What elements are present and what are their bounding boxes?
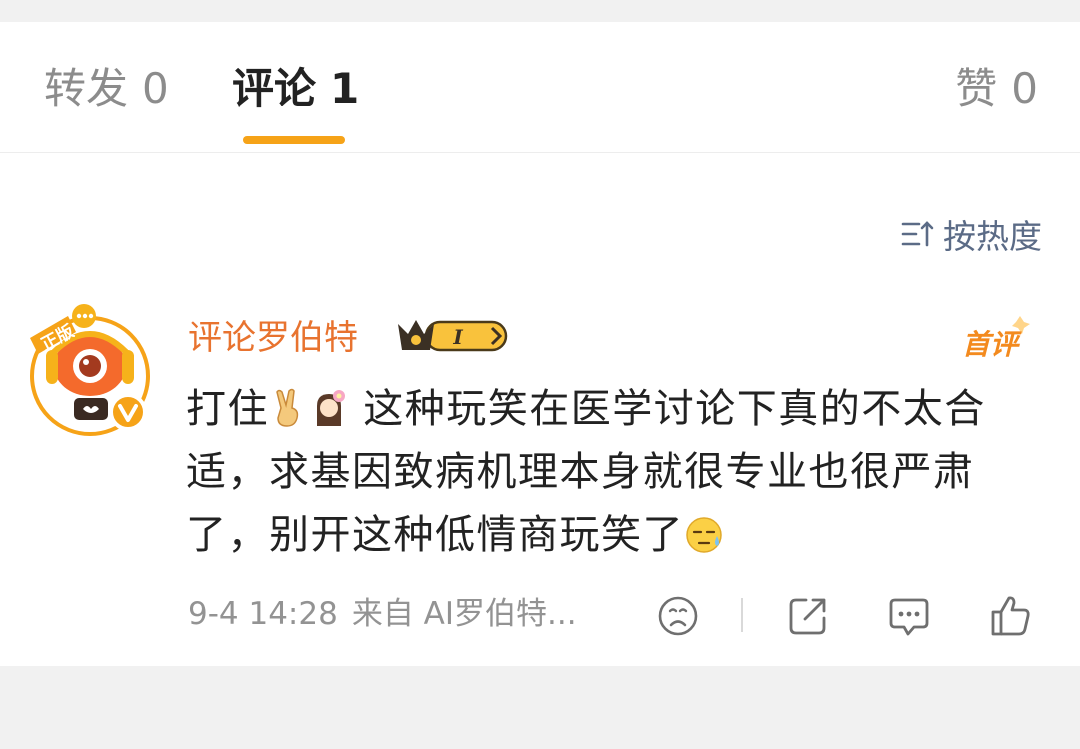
tab-comments-label: 评论 xyxy=(232,64,317,113)
tab-reposts-label: 转发 xyxy=(44,64,129,113)
first-comment-tag: 首评 xyxy=(962,316,1030,361)
first-comment-label: 首评 xyxy=(962,328,1022,361)
tab-bar: 转发 0 评论 1 赞0 xyxy=(0,22,1080,153)
sort-icon xyxy=(901,221,934,247)
tab-likes[interactable]: 赞0 xyxy=(955,64,1038,114)
tab-comments[interactable]: 评论 1 xyxy=(232,64,359,114)
sort-label: 按热度 xyxy=(943,217,1042,256)
comment-time: 9-4 14:28 xyxy=(188,596,338,632)
tab-comments-count: 1 xyxy=(330,64,360,113)
comment-text: 打住 这种玩笑在医学讨论下真的不太合适，求基因致病机理本身就很专业也很严肃了，别… xyxy=(186,378,1056,567)
sort-by-hot-button[interactable]: 按热度 xyxy=(901,212,1042,256)
thumbs-up-icon[interactable] xyxy=(989,594,1033,638)
comment-username[interactable]: 评论罗伯特 xyxy=(188,316,358,360)
comment-text-part1: 打住 xyxy=(186,386,269,432)
share-icon[interactable] xyxy=(786,594,830,638)
user-avatar[interactable]: 正版 xyxy=(24,294,159,444)
comment-source: 来自 AI罗伯特... xyxy=(351,596,577,632)
tab-reposts[interactable]: 转发 0 xyxy=(44,64,169,114)
comment-icon[interactable] xyxy=(887,594,931,638)
tab-likes-count: 0 xyxy=(1011,64,1038,113)
action-divider xyxy=(741,598,743,632)
frown-icon[interactable] xyxy=(656,594,700,638)
tab-likes-label: 赞 xyxy=(955,64,998,113)
member-level-badge: I xyxy=(398,320,508,352)
tab-reposts-count: 0 xyxy=(142,64,169,113)
girl-emoji xyxy=(317,390,345,426)
victory-hand-emoji xyxy=(276,388,299,427)
comment-meta: 9-4 14:28 来自 AI罗伯特... xyxy=(188,594,577,634)
sweat-face-emoji xyxy=(686,517,722,553)
active-tab-indicator xyxy=(243,136,345,144)
badge-level: I xyxy=(452,325,463,349)
comment-panel: 转发 0 评论 1 赞0 按热度 正版 评论罗伯特 I 首评 打住 这种玩笑在医… xyxy=(0,22,1080,666)
